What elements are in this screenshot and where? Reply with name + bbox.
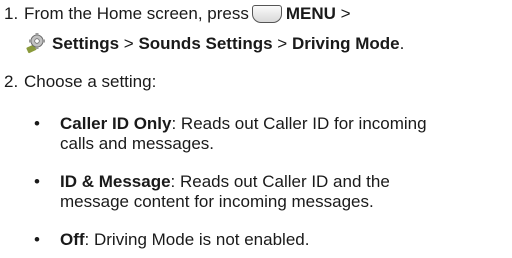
- settings-gear-icon: [26, 33, 45, 54]
- step-1-line-1: From the Home screen, press MENU >: [24, 4, 351, 24]
- step-text: Choose a setting:: [24, 72, 157, 91]
- menu-label: MENU: [285, 4, 336, 23]
- option-desc-cont: message content for incoming messages.: [60, 192, 374, 211]
- option-text: ID & Message: Reads out Caller ID and th…: [60, 172, 512, 212]
- option-name: Off: [60, 230, 85, 249]
- bullet-icon: •: [34, 114, 40, 133]
- step-number: 2.: [4, 72, 19, 91]
- option-desc: : Reads out Caller ID for incoming: [171, 114, 427, 133]
- step-number: 1.: [4, 4, 19, 23]
- settings-label: Settings: [52, 34, 120, 53]
- sounds-settings-label: Sounds Settings: [138, 34, 273, 53]
- option-desc: : Reads out Caller ID and the: [170, 172, 390, 191]
- option-name: Caller ID Only: [60, 114, 172, 133]
- option-name: ID & Message: [60, 172, 171, 191]
- step-end: .: [399, 34, 405, 53]
- option-text: Caller ID Only: Reads out Caller ID for …: [60, 114, 512, 154]
- option-text: Off: Driving Mode is not enabled.: [60, 230, 512, 250]
- option-desc: : Driving Mode is not enabled.: [84, 230, 310, 249]
- bullet-icon: •: [34, 230, 40, 249]
- separator: >: [272, 34, 292, 53]
- separator: >: [335, 4, 351, 23]
- step-text: From the Home screen, press: [24, 4, 249, 23]
- instruction-document: 1. From the Home screen, press MENU > Se…: [0, 0, 512, 258]
- driving-mode-label: Driving Mode: [291, 34, 400, 53]
- menu-key-icon: [251, 5, 282, 23]
- step-1-line-2: Settings > Sounds Settings > Driving Mod…: [24, 32, 404, 54]
- option-desc-cont: calls and messages.: [60, 134, 215, 153]
- separator: >: [119, 34, 139, 53]
- bullet-icon: •: [34, 172, 40, 191]
